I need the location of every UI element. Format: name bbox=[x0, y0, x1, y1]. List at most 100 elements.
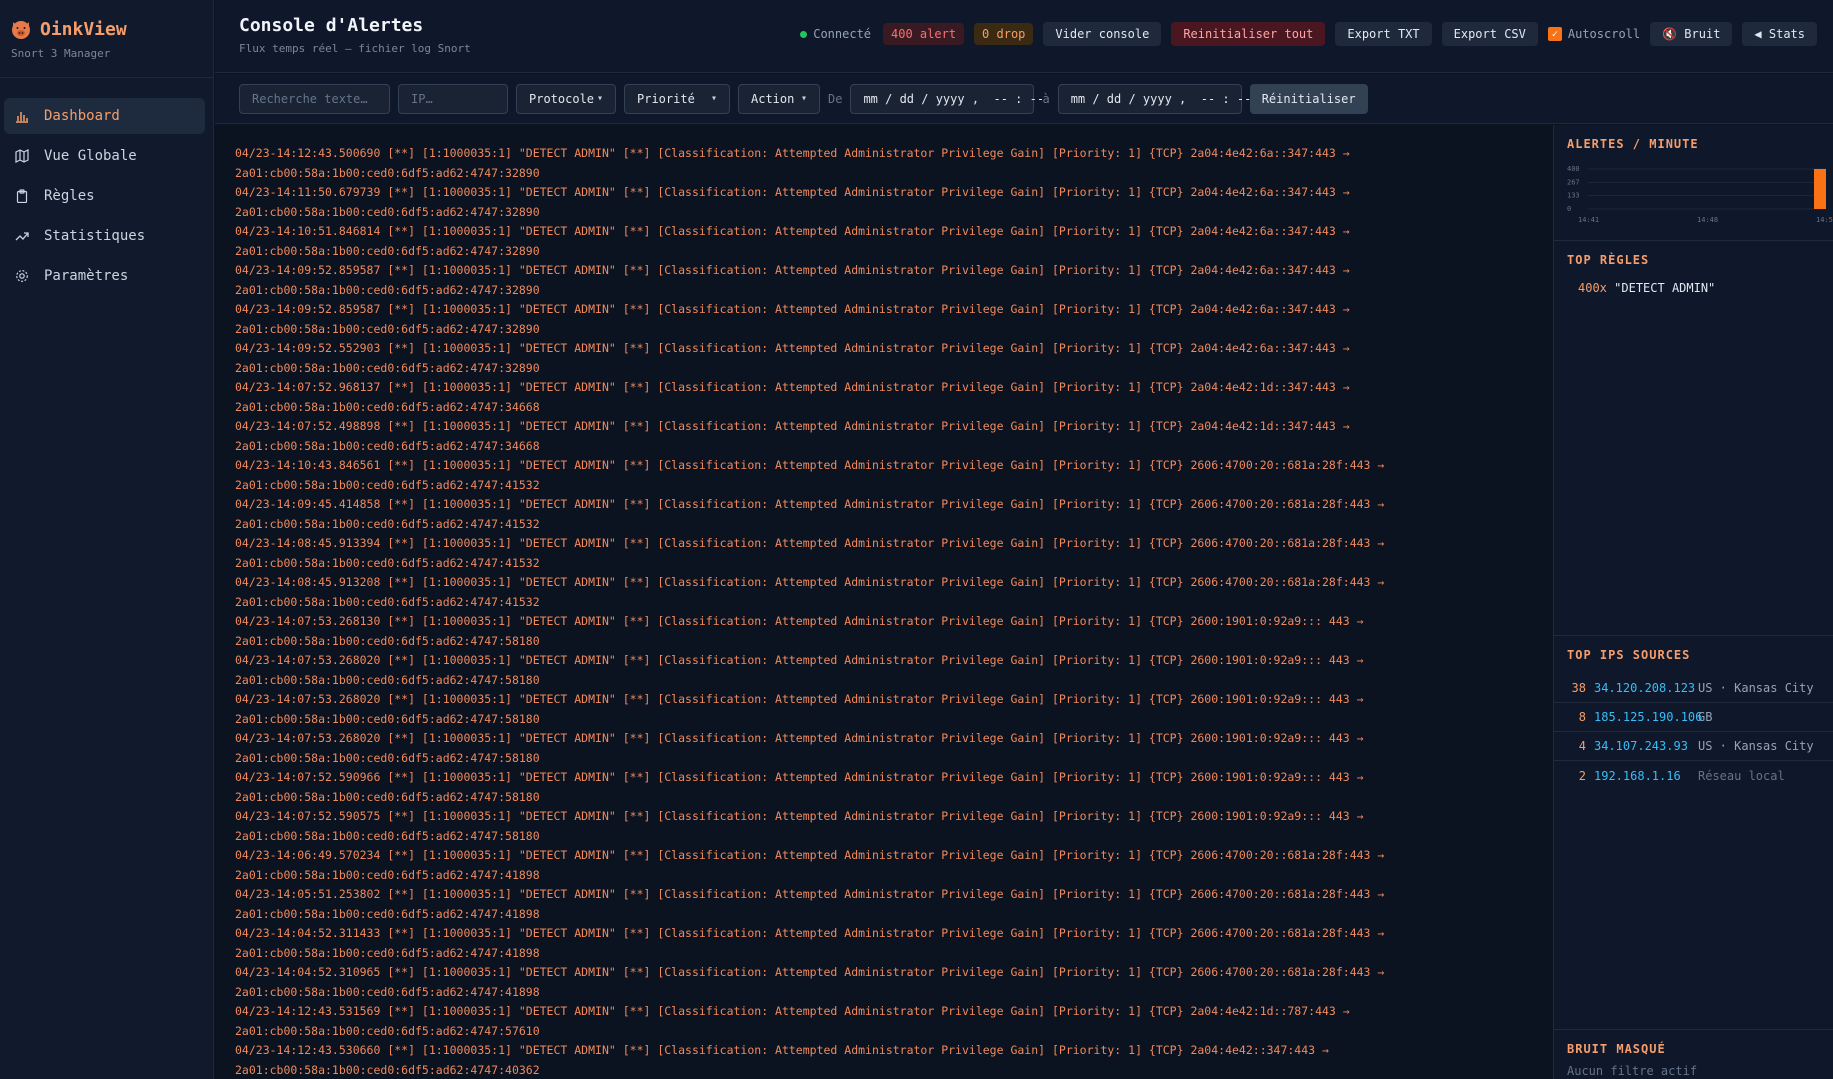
sidebar-item-statistiques[interactable]: Statistiques bbox=[4, 218, 205, 254]
drop-count-badge: 0 drop bbox=[974, 23, 1034, 45]
sidebar: OinkView Snort 3 Manager Dashboard Vue G… bbox=[0, 0, 214, 1079]
chart-y-tick: 133 bbox=[1567, 192, 1580, 200]
noise-section: BRUIT MASQUÉ Aucun filtre actif bbox=[1554, 1030, 1833, 1079]
log-line: 2a01:cb00:58a:1b00:ced0:6df5:ad62:4747:3… bbox=[235, 165, 540, 180]
sidebar-item-label: Dashboard bbox=[44, 108, 120, 124]
stats-toggle-button[interactable]: ◀ Stats bbox=[1742, 22, 1817, 46]
nav-menu: Dashboard Vue Globale Règles Statistique… bbox=[0, 78, 213, 294]
alert-console[interactable]: 04/23-14:12:43.500690 [**] [1:1000035:1]… bbox=[215, 125, 1553, 1079]
noise-status: Aucun filtre actif bbox=[1567, 1064, 1698, 1078]
ip-location: GB bbox=[1698, 710, 1713, 724]
sidebar-item-label: Paramètres bbox=[44, 268, 129, 284]
log-line: 2a01:cb00:58a:1b00:ced0:6df5:ad62:4747:4… bbox=[235, 594, 540, 609]
action-select[interactable]: Action ▾ bbox=[738, 83, 820, 114]
page-subtitle: Flux temps réel — fichier log Snort bbox=[239, 42, 471, 55]
log-line: 04/23-14:07:52.498898 [**] [1:1000035:1]… bbox=[235, 419, 1350, 433]
log-line: 04/23-14:10:43.846561 [**] [1:1000035:1]… bbox=[235, 458, 1385, 472]
log-line: 04/23-14:09:52.859587 [**] [1:1000035:1]… bbox=[235, 263, 1350, 277]
reset-filters-button[interactable]: Réinitialiser bbox=[1249, 83, 1368, 114]
ip-count: 4 bbox=[1578, 739, 1586, 753]
sidebar-item-regles[interactable]: Règles bbox=[4, 178, 205, 214]
date-from-input[interactable]: mm / dd / yyyy , -- : -- -- bbox=[850, 83, 1073, 114]
status-dot-icon bbox=[800, 30, 808, 38]
log-line: 04/23-14:11:50.679739 [**] [1:1000035:1]… bbox=[235, 185, 1350, 199]
export-txt-button[interactable]: Export TXT bbox=[1335, 22, 1432, 46]
filter-bar: Recherche texte… IP… Protocole ▾ Priorit… bbox=[215, 74, 1833, 124]
log-line: 2a01:cb00:58a:1b00:ced0:6df5:ad62:4747:3… bbox=[235, 321, 540, 336]
priority-select[interactable]: Priorité ▾ bbox=[624, 83, 730, 114]
log-line: 04/23-14:07:52.968137 [**] [1:1000035:1]… bbox=[235, 380, 1350, 394]
log-line: 2a01:cb00:58a:1b00:ced0:6df5:ad62:4747:4… bbox=[235, 1062, 540, 1077]
ip-count: 2 bbox=[1578, 768, 1586, 783]
log-line: 2a01:cb00:58a:1b00:ced0:6df5:ad62:4747:3… bbox=[235, 399, 540, 414]
autoscroll-toggle[interactable]: ✓ Autoscroll bbox=[1547, 27, 1640, 41]
log-line: 04/23-14:07:53.268020 [**] [1:1000035:1]… bbox=[235, 653, 1364, 667]
to-label: à bbox=[1042, 91, 1050, 106]
sidebar-item-parametres[interactable]: Paramètres bbox=[4, 258, 205, 294]
ip-count: 8 bbox=[1578, 710, 1586, 724]
log-line: 2a01:cb00:58a:1b00:ced0:6df5:ad62:4747:4… bbox=[235, 555, 540, 570]
header: Console d'Alertes Flux temps réel — fich… bbox=[215, 0, 1833, 73]
ip-row[interactable]: 4 34.107.243.93 US · Kansas City bbox=[1554, 732, 1833, 761]
ip-location: US · Kansas City bbox=[1698, 681, 1814, 695]
log-line: 04/23-14:07:52.590966 [**] [1:1000035:1]… bbox=[235, 770, 1364, 784]
log-line: 2a01:cb00:58a:1b00:ced0:6df5:ad62:4747:5… bbox=[235, 672, 540, 687]
ip-row[interactable]: 8 185.125.190.106 GB bbox=[1554, 703, 1833, 732]
protocol-select[interactable]: Protocole ▾ bbox=[516, 83, 616, 114]
log-line: 2a01:cb00:58a:1b00:ced0:6df5:ad62:4747:3… bbox=[235, 360, 540, 375]
protocol-select-value: Protocole bbox=[529, 91, 595, 106]
log-line: 04/23-14:09:45.414858 [**] [1:1000035:1]… bbox=[235, 497, 1385, 511]
sidebar-item-label: Statistiques bbox=[44, 228, 146, 244]
chart-x-tick: 14:41 bbox=[1578, 216, 1599, 224]
chevron-down-icon: ▾ bbox=[710, 93, 717, 104]
chart-title: ALERTES / MINUTE bbox=[1567, 137, 1699, 151]
gear-icon bbox=[14, 268, 30, 284]
date-to-input[interactable]: mm / dd / yyyy , -- : -- -- bbox=[1057, 83, 1280, 114]
stats-panel: ALERTES / MINUTE 400 267 133 0 14:41 14:48 14:… bbox=[1553, 125, 1833, 1079]
app-subtitle: Snort 3 Manager bbox=[11, 47, 111, 60]
connection-status: Connecté bbox=[800, 27, 871, 41]
top-rules-section: TOP RÈGLES 400x "DETECT ADMIN" bbox=[1554, 241, 1833, 636]
ip-address: 185.125.190.106 bbox=[1594, 710, 1703, 724]
alerts-per-minute-section: ALERTES / MINUTE 400 267 133 0 14:41 14:48 14:… bbox=[1554, 125, 1833, 241]
autoscroll-checkbox[interactable]: ✓ bbox=[1547, 27, 1562, 41]
alerts-per-minute-chart: 400 267 133 0 14:41 14:48 14:55 bbox=[1567, 165, 1833, 224]
search-input[interactable]: Recherche texte… bbox=[239, 83, 390, 114]
ip-filter-input[interactable]: IP… bbox=[398, 83, 508, 114]
log-line: 04/23-14:04:52.311433 [**] [1:1000035:1]… bbox=[235, 926, 1385, 940]
log-line: 2a01:cb00:58a:1b00:ced0:6df5:ad62:4747:3… bbox=[235, 438, 540, 453]
export-csv-button[interactable]: Export CSV bbox=[1441, 22, 1538, 46]
sidebar-item-label: Vue Globale bbox=[44, 148, 137, 164]
log-line: 04/23-14:07:53.268130 [**] [1:1000035:1]… bbox=[235, 614, 1364, 628]
page-title: Console d'Alertes bbox=[239, 15, 424, 36]
rule-name: "DETECT ADMIN" bbox=[1614, 281, 1716, 295]
sidebar-item-dashboard[interactable]: Dashboard bbox=[4, 98, 205, 134]
ip-address: 34.120.208.123 bbox=[1594, 681, 1696, 695]
top-rules-title: TOP RÈGLES bbox=[1567, 253, 1650, 267]
sidebar-item-vue-globale[interactable]: Vue Globale bbox=[4, 138, 205, 174]
log-line: 2a01:cb00:58a:1b00:ced0:6df5:ad62:4747:3… bbox=[235, 243, 540, 258]
reset-all-button[interactable]: Reinitialiser tout bbox=[1171, 22, 1326, 46]
clear-console-button[interactable]: Vider console bbox=[1043, 22, 1162, 46]
log-line: 04/23-14:09:52.859587 [**] [1:1000035:1]… bbox=[235, 302, 1350, 316]
log-line: 2a01:cb00:58a:1b00:ced0:6df5:ad62:4747:4… bbox=[235, 945, 540, 960]
ip-row[interactable]: 38 34.120.208.123 US · Kansas City bbox=[1554, 674, 1833, 703]
log-line: 2a01:cb00:58a:1b00:ced0:6df5:ad62:4747:3… bbox=[235, 204, 540, 219]
log-line: 04/23-14:06:49.570234 [**] [1:1000035:1]… bbox=[235, 848, 1385, 862]
rule-row[interactable]: 400x "DETECT ADMIN" bbox=[1554, 267, 1833, 295]
brand: OinkView Snort 3 Manager bbox=[0, 0, 213, 78]
sidebar-item-label: Règles bbox=[44, 188, 95, 204]
log-line: 2a01:cb00:58a:1b00:ced0:6df5:ad62:4747:5… bbox=[235, 789, 540, 804]
log-line: 04/23-14:12:43.530660 [**] [1:1000035:1]… bbox=[235, 1043, 1329, 1057]
log-line: 04/23-14:05:51.253802 [**] [1:1000035:1]… bbox=[235, 887, 1385, 901]
rule-count: 400x bbox=[1578, 281, 1607, 295]
log-line: 2a01:cb00:58a:1b00:ced0:6df5:ad62:4747:4… bbox=[235, 906, 540, 921]
log-line: 2a01:cb00:58a:1b00:ced0:6df5:ad62:4747:3… bbox=[235, 282, 540, 297]
ip-row[interactable]: 2 192.168.1.16 Réseau local bbox=[1554, 761, 1833, 790]
ip-count: 38 bbox=[1571, 681, 1586, 695]
log-line: 04/23-14:12:43.500690 [**] [1:1000035:1]… bbox=[235, 146, 1350, 160]
noise-button[interactable]: 🔇 Bruit bbox=[1650, 22, 1733, 46]
noise-title: BRUIT MASQUÉ bbox=[1567, 1042, 1666, 1056]
chevron-down-icon: ▾ bbox=[800, 93, 807, 104]
log-line: 2a01:cb00:58a:1b00:ced0:6df5:ad62:4747:4… bbox=[235, 477, 540, 492]
